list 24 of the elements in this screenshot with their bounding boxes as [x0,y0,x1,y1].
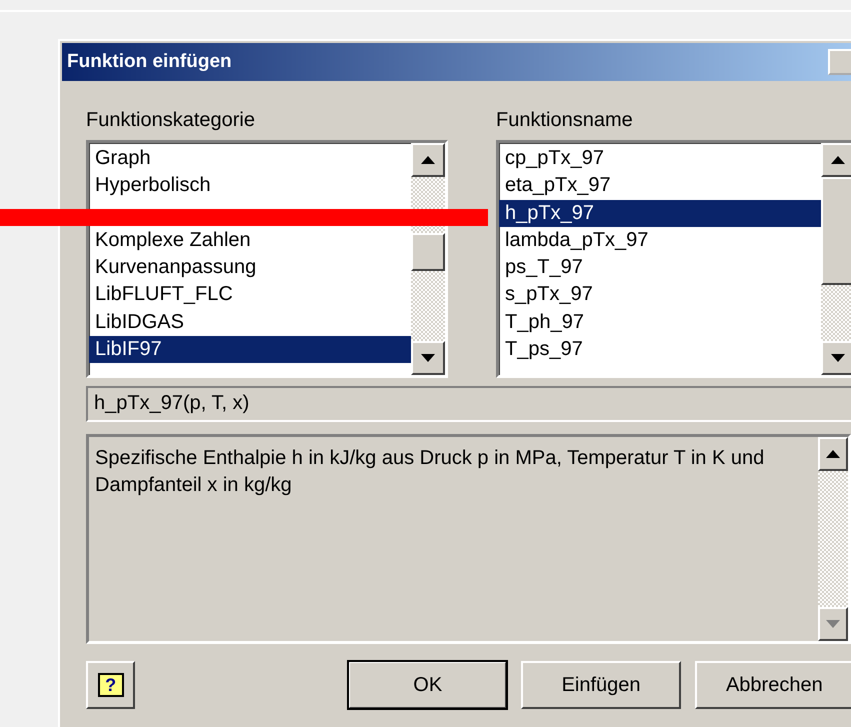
list-label: Funktionskategorie [86,108,256,132]
list-item[interactable]: LibFLUFT_FLC [89,281,411,309]
list-item[interactable]: T_ps_97 [499,336,821,364]
list-item[interactable]: T_ph_97 [499,308,821,336]
list-item[interactable]: Komplexe Zahlen [89,226,411,254]
list-item[interactable]: ps_T_97 [499,254,821,282]
list-item[interactable]: Kurvenanpassung [89,254,411,282]
dialog-button[interactable]: OK [348,661,508,709]
list-item[interactable]: LibIF97 [89,336,411,364]
help-button[interactable]: ? [86,661,136,709]
list-item[interactable]: LibIDGAS [89,308,411,336]
list-label: Funktionsname [496,108,634,132]
description-text: Spezifische Enthalpie h in kJ/kg aus Druck p in MPa, Temperatur T in K und Dampfanteil x in kg/kg [94,446,766,498]
list-item[interactable]: lambda_pTx_97 [499,226,821,254]
dialog-button[interactable]: Abbrechen [694,661,851,709]
list-item[interactable]: eta_pTx_97 [499,172,821,200]
dialog-button[interactable]: Einfügen [521,661,681,709]
list-item[interactable]: Hyperbolisch [89,172,411,200]
list-item[interactable]: h_pTx_97 [499,200,821,227]
list-item[interactable]: Graph [89,145,411,172]
list-item[interactable]: s_pTx_97 [499,281,821,309]
list-item[interactable]: cp_pTx_97 [499,145,821,172]
window-title: Funktion einfügen [66,51,232,73]
formula-field: h_pTx_97(p, T, x) [86,386,851,422]
